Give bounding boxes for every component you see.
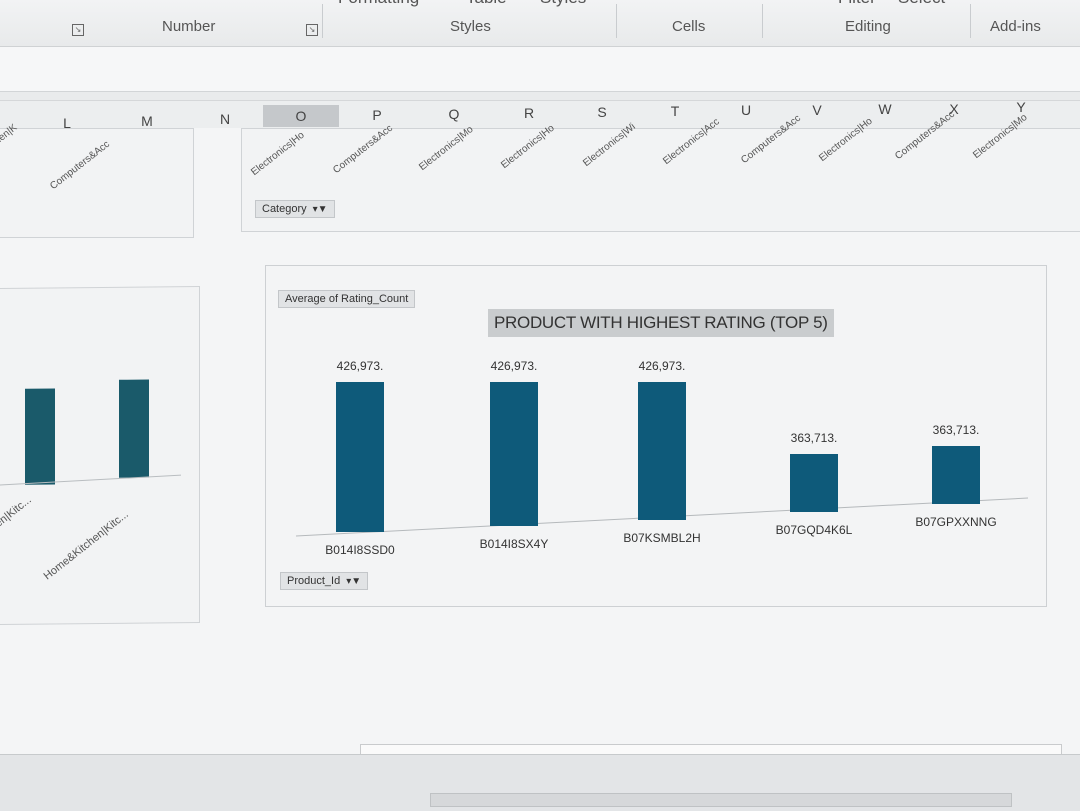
fragment-bar	[119, 379, 149, 478]
ribbon-table-fragment[interactable]: Table	[466, 0, 507, 8]
group-styles-label: Styles	[450, 18, 491, 35]
ribbon-filter-fragment[interactable]: Filter	[838, 0, 876, 8]
chart-product-highest-rating[interactable]: Average of Rating_Count PRODUCT WITH HIG…	[265, 265, 1047, 607]
ribbon-formatting-fragment[interactable]: Formatting	[338, 0, 419, 8]
ribbon-separator	[970, 4, 971, 38]
column-header-row: L M N O P Q R S T U V W X Y	[0, 99, 1080, 131]
ribbon-styles-fragment[interactable]: Styles	[540, 0, 586, 8]
column-header-p[interactable]: P	[366, 107, 388, 123]
filter-dropdown-icon[interactable]: ▾▼	[313, 204, 328, 215]
category-field-label: Category	[262, 203, 307, 215]
status-bar	[0, 754, 1080, 811]
axis-label: Home&Kitchen|Kitc...	[41, 508, 131, 583]
axis-label: chen|Kitc...	[0, 493, 34, 538]
fragment-bars	[0, 379, 182, 486]
category-tick-label: B07GQD4K6L	[776, 523, 853, 537]
chart-fragment-bottom-left[interactable]: chen|Kitc... Home&Kitchen|Kitc...	[0, 285, 200, 626]
column-header-s[interactable]: S	[591, 104, 613, 120]
category-field-button[interactable]: Category ▾▼	[255, 200, 335, 218]
category-label: Electronics|Mo	[417, 124, 476, 173]
column-header-t[interactable]: T	[664, 103, 686, 119]
dialog-launcher-icon[interactable]: ↘	[72, 24, 84, 36]
axis-field-button[interactable]: Product_Id ▾▼	[280, 572, 369, 590]
column-header-u[interactable]: U	[735, 102, 757, 118]
ribbon-select-fragment[interactable]: Select	[898, 0, 945, 8]
filter-dropdown-icon[interactable]: ▾▼	[346, 576, 361, 587]
category-tick-label: B07GPXXNNG	[915, 515, 996, 529]
bar-b07ksmbl2h	[638, 382, 686, 520]
category-tick-label: B014I8SX4Y	[480, 537, 549, 551]
bar-b014i8ssd0	[336, 382, 384, 532]
ribbon-separator	[762, 4, 763, 38]
column-header-q[interactable]: Q	[443, 106, 465, 122]
data-label: 426,973.	[639, 359, 686, 373]
column-header-n[interactable]: N	[214, 111, 236, 127]
bar-b07gqd4k6l	[790, 454, 838, 512]
chart-category[interactable]: Electronics|Ho Computers&Acc Electronics…	[241, 109, 1080, 232]
category-tick-label: B07KSMBL2H	[623, 531, 700, 545]
data-label: 426,973.	[491, 359, 538, 373]
data-label: 426,973.	[337, 359, 384, 373]
fragment-bar	[25, 388, 55, 485]
bar-b014i8sx4y	[490, 382, 538, 526]
formula-bar-area[interactable]	[0, 47, 1080, 92]
axis-label: Computers&Acc	[48, 138, 112, 192]
dialog-launcher-icon[interactable]: ↘	[306, 24, 318, 36]
category-label: Electronics|Ho	[499, 122, 557, 171]
column-header-m[interactable]: M	[136, 113, 158, 129]
axis-field-label: Product_Id	[287, 575, 341, 587]
category-label: Electronics|Wi	[581, 121, 638, 169]
chart-fragment-top-left[interactable]: chen|K Computers&Acc	[0, 122, 194, 238]
category-tick-label: B014I8SSD0	[325, 543, 395, 557]
data-label: 363,713.	[933, 423, 980, 437]
horizontal-scrollbar[interactable]	[430, 793, 1012, 807]
group-number-label: Number	[162, 18, 216, 35]
column-header-w[interactable]: W	[874, 101, 896, 117]
category-label: Computers&Acc	[331, 122, 395, 176]
ribbon: Formatting Table Styles Filter Select ↘ …	[0, 0, 1080, 47]
ribbon-separator	[322, 4, 323, 38]
column-header-v[interactable]: V	[806, 102, 828, 118]
ribbon-separator	[616, 4, 617, 38]
group-cells-label: Cells	[672, 18, 706, 35]
group-editing-label: Editing	[845, 18, 891, 35]
column-header-r[interactable]: R	[518, 105, 540, 121]
data-label: 363,713.	[791, 431, 838, 445]
bar-b07gpxxnng	[932, 446, 980, 504]
column-header-o-selected[interactable]: O	[263, 105, 339, 127]
bar-chart-plot: 426,973. B014I8SSD0 426,973. B014I8SX4Y 426,…	[295, 359, 1029, 557]
category-label: Electronics|Ho	[249, 129, 307, 178]
group-addins-label: Add-ins	[990, 18, 1041, 35]
